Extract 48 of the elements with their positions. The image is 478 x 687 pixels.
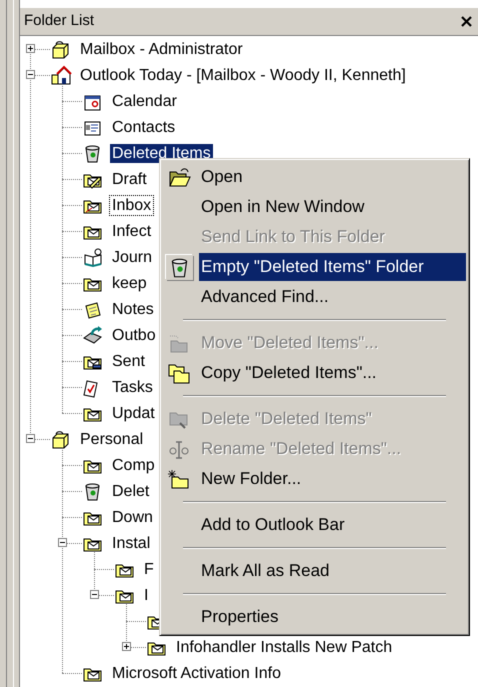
expand-icon[interactable] — [122, 642, 131, 651]
folder-label[interactable]: Outlook Today - [Mailbox - Woody II, Kenneth] — [78, 66, 408, 84]
menu-item[interactable]: Add to Outlook Bar — [199, 511, 466, 539]
folder-label[interactable]: Calendar — [110, 92, 179, 110]
folder-label[interactable]: keep — [110, 274, 149, 292]
open-folder-icon — [168, 166, 191, 188]
folder-label[interactable]: Inbox — [110, 196, 154, 214]
folder-label[interactable]: Microsoft Activation Info — [110, 664, 283, 682]
house-icon — [50, 64, 72, 86]
folder-label[interactable]: F — [142, 560, 156, 578]
folder-label[interactable]: Updat — [110, 404, 157, 422]
book-icon — [82, 246, 104, 268]
menu-item[interactable]: Copy "Deleted Items"... — [199, 359, 466, 387]
folder-label[interactable]: I — [142, 586, 150, 604]
menu-item[interactable]: Empty "Deleted Items" Folder — [199, 253, 466, 281]
menu-item[interactable]: Advanced Find... — [199, 283, 466, 311]
folder-label[interactable]: Tasks — [110, 378, 155, 396]
expand-icon[interactable] — [26, 44, 35, 53]
folder-label[interactable]: Journ — [110, 248, 154, 266]
new-folder-icon — [168, 468, 191, 490]
trash-can-icon — [166, 254, 193, 280]
folder-label[interactable]: Contacts — [110, 118, 178, 136]
menu-item[interactable]: Open in New Window — [199, 193, 466, 221]
menu-item[interactable]: Properties — [199, 603, 466, 631]
close-icon[interactable] — [461, 16, 472, 27]
folder-label[interactable]: Delet — [110, 482, 152, 500]
tray-arrow-icon — [82, 324, 104, 346]
collapse-icon[interactable] — [26, 70, 35, 79]
folder-label[interactable]: Sent — [110, 352, 147, 370]
panel-title: Folder List — [24, 11, 94, 32]
folder-label[interactable]: Outbo — [110, 326, 158, 344]
collapse-icon[interactable] — [90, 590, 99, 599]
menu-item[interactable]: Open — [199, 163, 466, 191]
folder-label[interactable]: Draft — [110, 170, 149, 188]
collapse-icon[interactable] — [58, 538, 67, 547]
folder-label[interactable]: Down — [110, 508, 155, 526]
collapse-icon[interactable] — [26, 434, 35, 443]
folder-label[interactable]: Infect — [110, 222, 154, 240]
folders-icon — [168, 362, 191, 384]
folder-label[interactable]: Notes — [110, 300, 156, 318]
folder-label[interactable]: Personal — [78, 430, 146, 448]
menu-item[interactable]: Mark All as Read — [199, 557, 466, 585]
folder-label[interactable]: Comp — [110, 456, 157, 474]
folder-label[interactable]: Instal — [110, 534, 152, 552]
i-beam-icon — [168, 438, 191, 460]
menu-item[interactable]: New Folder... — [199, 465, 466, 493]
folder-label[interactable]: Mailbox - Administrator — [78, 40, 245, 58]
folder-label[interactable]: Infohandler Installs New Patch — [174, 638, 394, 656]
